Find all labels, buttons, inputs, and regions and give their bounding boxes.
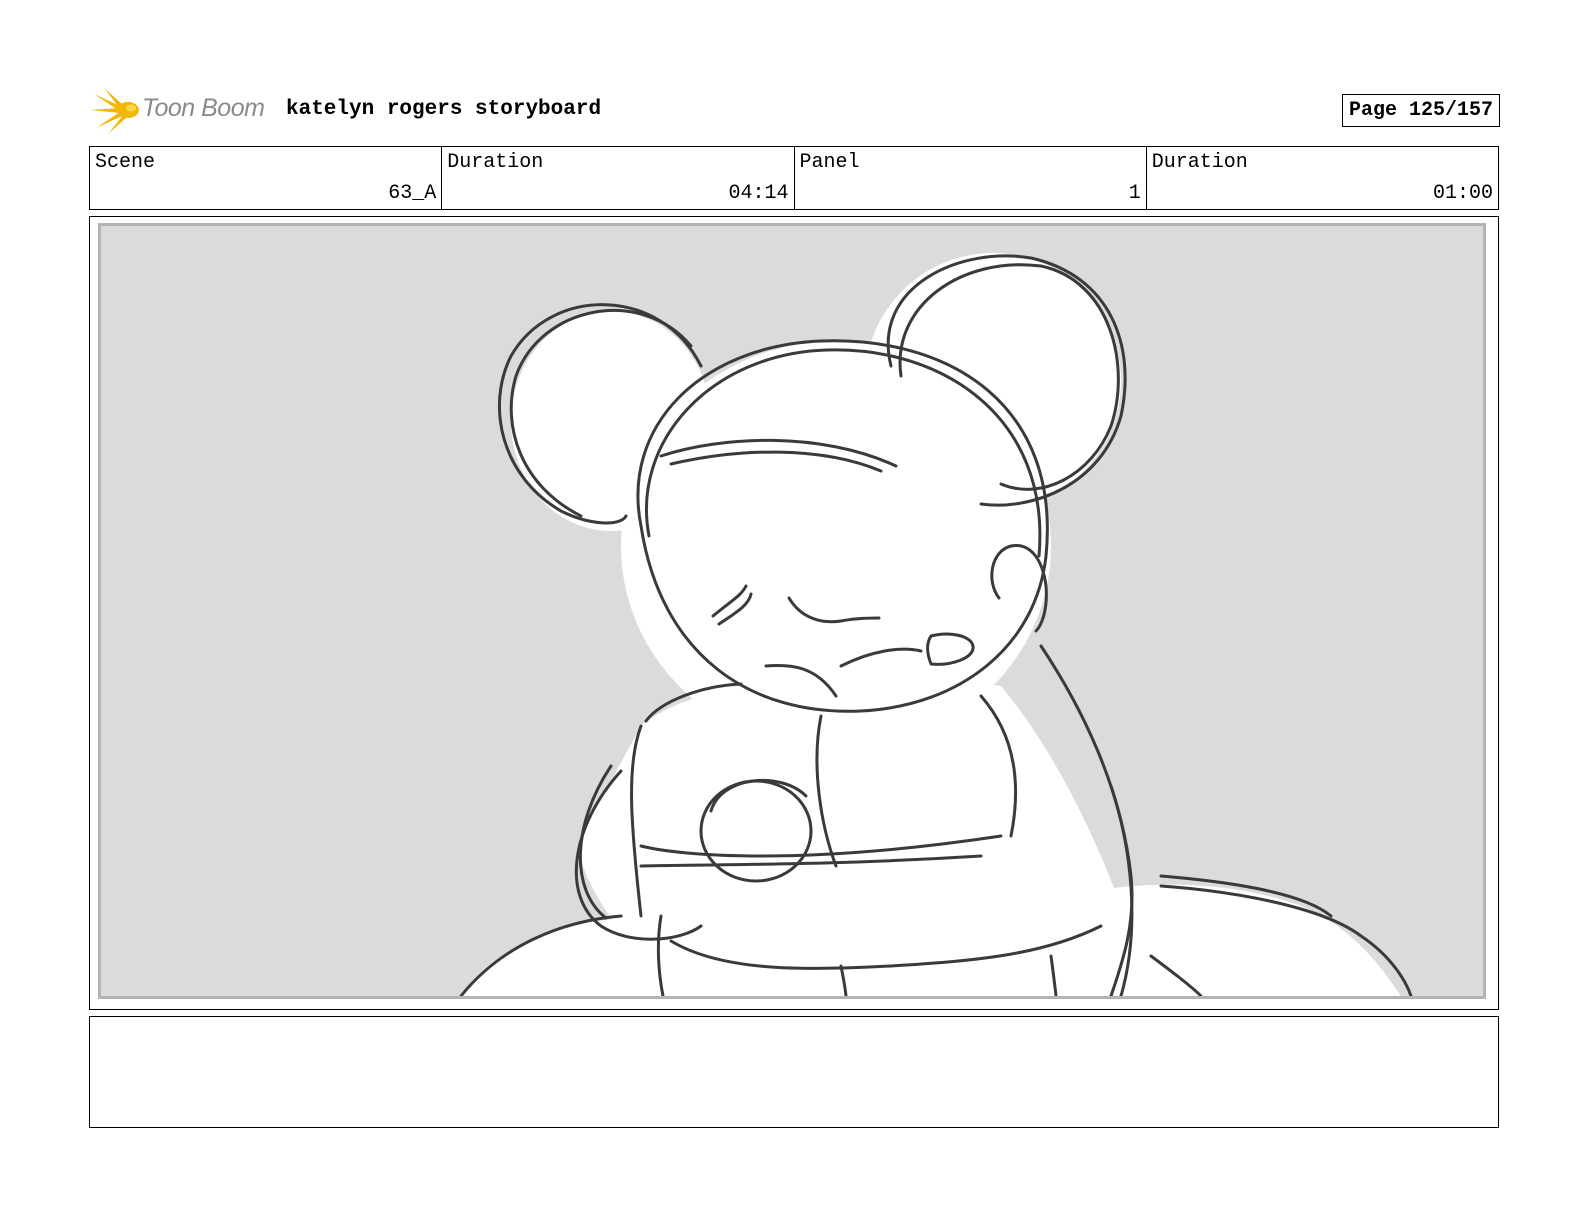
page-counter: Page 125/157 xyxy=(1341,94,1500,127)
scene-duration-cell: Duration 04:14 xyxy=(442,147,795,209)
starburst-logo-icon xyxy=(90,88,139,134)
panel-sketch xyxy=(98,223,1486,999)
toon-boom-logo: Toon Boom xyxy=(90,84,280,136)
scene-cell: Scene 63_A xyxy=(90,147,443,209)
panel-info-row: Scene 63_A Duration 04:14 Panel 1 Durati… xyxy=(89,146,1499,210)
page-header: Toon Boom katelyn rogers storyboard Page… xyxy=(90,84,1500,136)
panel-notes xyxy=(89,1016,1499,1128)
panel-value: 1 xyxy=(1128,182,1141,205)
panel-label: Panel xyxy=(799,151,860,174)
panel-duration-label: Duration xyxy=(1151,151,1248,174)
scene-value: 63_A xyxy=(388,182,437,205)
panel-frame xyxy=(89,216,1499,1010)
panel-duration-cell: Duration 01:00 xyxy=(1147,147,1498,209)
character-sketch xyxy=(459,253,1413,996)
scene-duration-label: Duration xyxy=(447,151,544,174)
scene-duration-value: 04:14 xyxy=(728,182,789,205)
scene-label: Scene xyxy=(95,151,156,174)
panel-cell: Panel 1 xyxy=(795,147,1147,209)
storyboard-title: katelyn rogers storyboard xyxy=(286,98,602,121)
logo-wordmark: Toon Boom xyxy=(142,94,265,122)
panel-duration-value: 01:00 xyxy=(1432,182,1493,205)
